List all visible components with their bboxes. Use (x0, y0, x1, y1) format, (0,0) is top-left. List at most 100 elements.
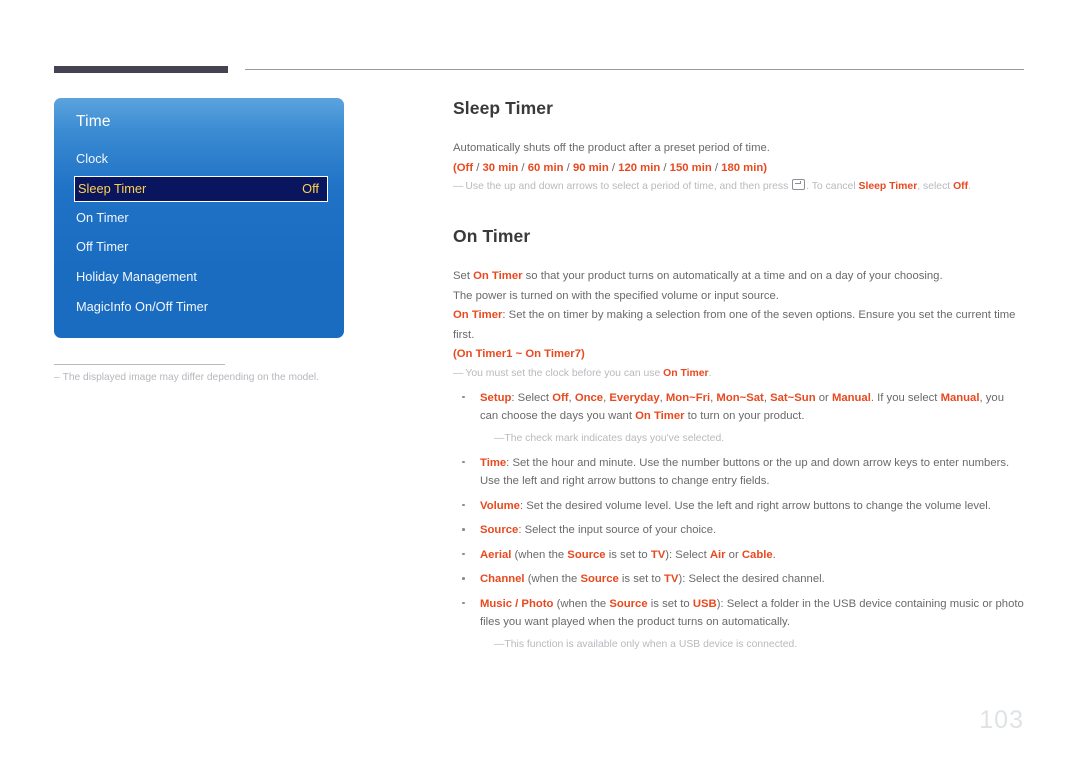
bullet-label: Aerial (480, 548, 512, 561)
bullet-dot-icon (462, 552, 465, 556)
bullet-sub-note-text: This function is available only when a U… (504, 638, 798, 650)
bullet-item: Time: Set the hour and minute. Use the n… (453, 454, 1025, 491)
para-text-1: Set (453, 270, 474, 282)
range-tilde: ~ (512, 348, 526, 360)
sleep-timer-options: (Off / 30 min / 60 min / 90 min / 120 mi… (453, 159, 1025, 179)
on-timer-section: On Timer Set On Timer so that your produ… (453, 226, 1025, 654)
note-dash: — (494, 638, 505, 650)
bullet-text-1: (when the (511, 548, 568, 561)
bullet-label: Volume (480, 499, 520, 512)
section-heading-on-timer: On Timer (453, 226, 531, 246)
bullet-text-2: or (815, 391, 832, 404)
note-highlight-off: Off (953, 181, 969, 192)
osd-menu-item[interactable]: MagicInfo On/Off Timer (76, 296, 322, 318)
bullet-text-1: : Set the desired volume level. Use the … (519, 499, 991, 512)
bullet-text-1: : Set the hour and minute. Use the numbe… (480, 456, 1010, 488)
bullet-text-1: : Select the input source of your choice… (518, 524, 717, 536)
bullet-highlight-air: Air (709, 548, 726, 561)
on-timer-para-2: The power is turned on with the specifie… (453, 289, 779, 302)
bullet-item: Source: Select the input source of your … (453, 521, 1025, 540)
para-text-2: so that your product turns on automatica… (522, 270, 943, 282)
sleep-timer-option: 60 min (527, 161, 564, 174)
osd-menu-item[interactable]: On Timer (76, 207, 322, 229)
enter-key-icon (792, 179, 806, 190)
header-thin-line (245, 69, 1024, 70)
sleep-timer-option: Off (456, 161, 474, 174)
note-text-4: . (968, 181, 971, 192)
para-text-1: : Set the on timer by making a selection… (453, 309, 1016, 341)
manual-content: Sleep Timer Automatically shuts off the … (453, 98, 1025, 660)
bullet-highlight-tv: TV (650, 548, 666, 561)
setup-option: Sat~Sun (770, 391, 816, 404)
bullet-highlight-on-timer: On Timer (635, 410, 685, 422)
bullet-text-2: is set to (618, 573, 664, 585)
figure-note-text: The displayed image may differ depending… (62, 372, 320, 383)
osd-menu-item-label: Sleep Timer (78, 181, 147, 196)
bullet-item: Setup: Select Off, Once, Everyday, Mon~F… (453, 389, 1025, 448)
on-timer-para-1: Set On Timer so that your product turns … (453, 267, 1025, 287)
header-accent-bar (54, 66, 228, 73)
osd-menu-item-value: Off (302, 181, 319, 196)
osd-menu-title: Time (76, 113, 111, 130)
note-dash: — (453, 181, 463, 192)
on-timer-bullet-list: Setup: Select Off, Once, Everyday, Mon~F… (453, 389, 1025, 654)
bullet-text-4: or (725, 548, 742, 561)
note-text-2: . To cancel (806, 181, 859, 192)
bullet-text-1: (when the (553, 597, 610, 610)
bullet-dot-icon (462, 460, 465, 464)
bullet-dot-icon (462, 528, 465, 531)
setup-option: Everyday (609, 391, 660, 404)
sleep-timer-option: 90 min (572, 161, 609, 174)
bullet-text-1: (when the (524, 573, 581, 585)
figure-note-rule (54, 364, 225, 365)
setup-option: Once (574, 391, 604, 404)
bullet-text-1: : Select (511, 391, 553, 404)
setup-option: Mon~Sat (716, 391, 764, 404)
osd-menu-item-label: Off Timer (76, 239, 129, 254)
bullet-text-5: to turn on your product. (684, 410, 805, 422)
page-number: 103 (979, 706, 1024, 734)
bullet-highlight-source: Source (567, 548, 606, 561)
bullet-highlight-source: Source (609, 597, 648, 610)
range-from: On Timer1 (456, 348, 513, 360)
osd-menu-item[interactable]: Clock (76, 148, 322, 170)
section-heading-sleep-timer: Sleep Timer (453, 98, 553, 118)
option-separator: / (518, 161, 528, 174)
para-highlight-on-timer: On Timer (453, 309, 503, 321)
figure-note: – The displayed image may differ dependin… (54, 372, 354, 383)
osd-menu-item[interactable]: Sleep Timer Off (74, 176, 328, 202)
para-highlight-on-timer: On Timer (473, 270, 523, 282)
bullet-text-3: ): Select (665, 548, 710, 561)
bullet-sub-note-text: The check mark indicates days you've sel… (504, 432, 725, 444)
note-dash: – (54, 372, 60, 383)
sleep-timer-note: — Use the up and down arrows to select a … (453, 178, 1025, 196)
sleep-timer-description: Automatically shuts off the product afte… (453, 142, 770, 154)
bullet-highlight-tv: TV (664, 573, 679, 585)
bullet-highlight-usb: USB (692, 597, 717, 610)
setup-option-manual: Manual (940, 391, 980, 404)
setup-option-manual: Manual (831, 391, 871, 404)
header-rule (54, 66, 1024, 73)
osd-menu-item-label: On Timer (76, 210, 129, 225)
note-text-1: You must set the clock before you can us… (465, 367, 664, 379)
note-dash: — (494, 432, 505, 444)
sleep-timer-option: 180 min (721, 161, 764, 174)
bullet-text-5: . (772, 548, 776, 561)
bullet-label: Music / Photo (480, 597, 554, 610)
option-separator: / (563, 161, 573, 174)
osd-menu-item[interactable]: Off Timer (76, 236, 322, 258)
bullet-label: Setup (480, 391, 512, 404)
bullet-dot-icon (462, 503, 465, 507)
bullet-dot-icon (462, 577, 465, 580)
note-dash: — (453, 367, 463, 379)
bullet-text-3: . If you select (870, 391, 941, 404)
note-text-1: Use the up and down arrows to select a p… (465, 181, 792, 192)
sleep-timer-option: 30 min (482, 161, 519, 174)
bullet-item: Music / Photo (when the Source is set to… (453, 595, 1025, 654)
note-text-3: , select (917, 181, 954, 192)
bullet-text-3: ): Select the desired channel. (678, 573, 825, 585)
osd-menu-item[interactable]: Holiday Management (76, 266, 322, 288)
osd-menu-item-label: Clock (76, 151, 108, 166)
note-highlight-on-timer: On Timer (663, 367, 709, 379)
bullet-label: Source (480, 524, 519, 536)
